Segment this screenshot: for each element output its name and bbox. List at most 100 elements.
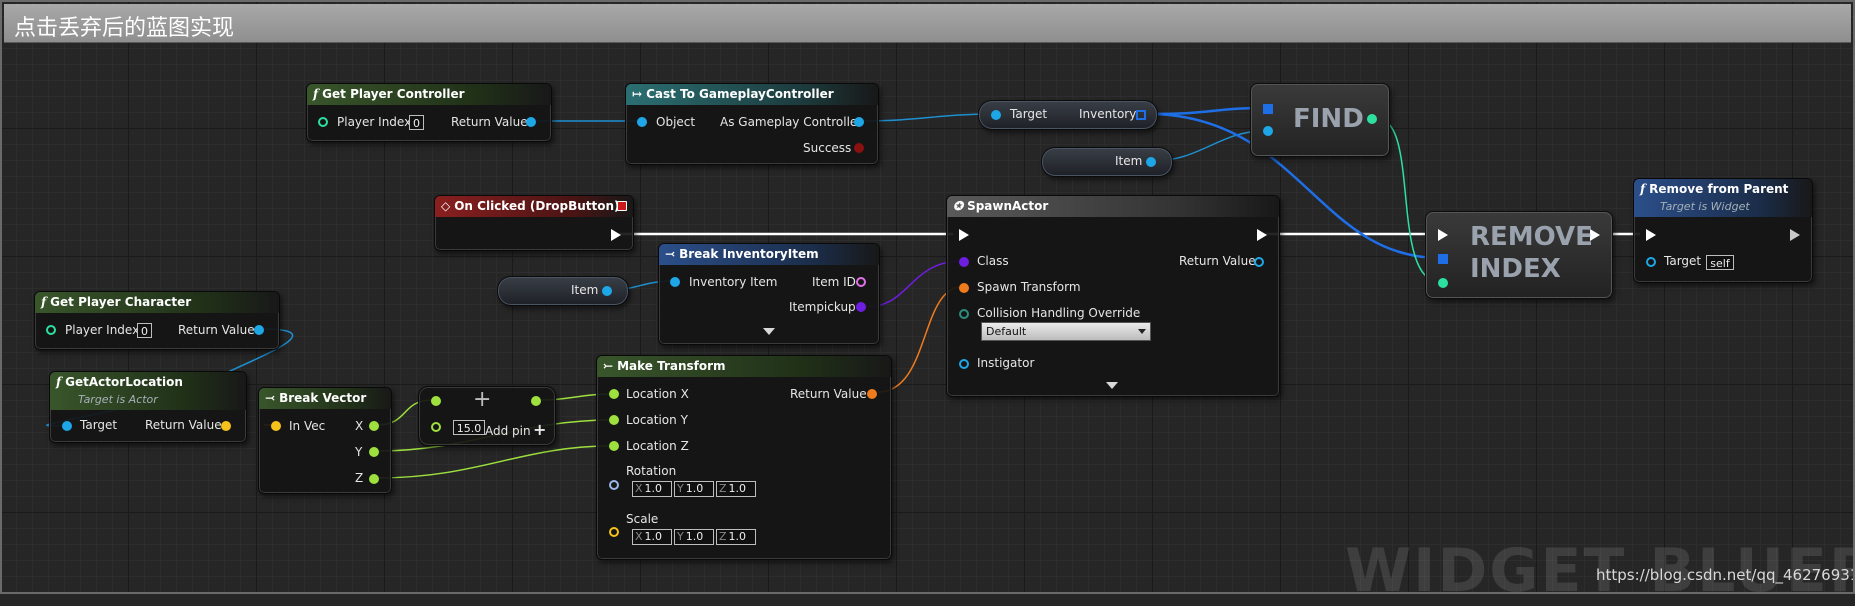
node-title: Break InventoryItem [679, 247, 819, 261]
node-remove-from-parent[interactable]: f Remove from Parent Target is Widget Tar… [1633, 178, 1813, 283]
player-index-input[interactable]: 0 [137, 323, 152, 338]
z-pin[interactable] [369, 474, 379, 484]
as-controller-label: As Gameplay Controller [720, 115, 863, 129]
exec-out-outline [1790, 229, 1800, 241]
add-pin-button[interactable]: Add pin [485, 424, 531, 438]
return-value-pin[interactable] [254, 325, 264, 335]
item-id-pin[interactable] [856, 277, 866, 287]
a-pin[interactable] [431, 396, 441, 406]
location-y-pin[interactable] [609, 415, 619, 425]
target-pin[interactable] [991, 110, 1001, 120]
scale-pin[interactable] [609, 527, 619, 537]
function-icon: f [1640, 182, 1646, 196]
expand-arrow-icon[interactable] [1106, 382, 1118, 389]
return-value-pin[interactable] [867, 389, 877, 399]
index-output-pin[interactable] [1367, 114, 1377, 124]
collision-dropdown[interactable]: Default [981, 322, 1151, 341]
location-z-pin[interactable] [609, 441, 619, 451]
b-pin[interactable] [431, 422, 441, 432]
node-add-float[interactable]: 15.0 + Add pin + [418, 386, 556, 446]
x-label: X [355, 419, 364, 433]
target-pin[interactable] [1646, 257, 1656, 267]
function-icon: f [313, 87, 319, 101]
node-title-line1: REMOVE [1470, 222, 1593, 252]
node-get-actor-location[interactable]: f GetActorLocation Target is Actor Target… [49, 371, 247, 443]
node-on-clicked-dropbutton[interactable]: ◇ On Clicked (DropButton) [434, 195, 634, 251]
node-remove-index[interactable]: REMOVE INDEX [1425, 211, 1613, 299]
exec-in-pin[interactable] [1438, 229, 1448, 241]
in-vec-pin[interactable] [271, 421, 281, 431]
class-pin[interactable] [959, 257, 969, 267]
node-make-transform[interactable]: ⤚ Make Transform Location X Return Value … [596, 355, 892, 560]
target-self-input[interactable]: self [1706, 255, 1734, 270]
make-icon: ⤚ [603, 359, 614, 373]
graph-title: 点击丢弃后的蓝图实现 [14, 16, 235, 41]
spawn-transform-pin[interactable] [959, 283, 969, 293]
item-input-pin[interactable] [1263, 126, 1273, 136]
exec-out-pin[interactable] [611, 229, 621, 241]
player-index-input[interactable]: 0 [409, 115, 424, 130]
return-pin[interactable] [531, 396, 541, 406]
node-title: Get Player Character [50, 295, 192, 309]
scale-y-input[interactable]: Y 1.0 [674, 529, 714, 545]
exec-in-pin[interactable] [1646, 229, 1656, 241]
item-label: Item [571, 283, 599, 297]
node-find[interactable]: FIND [1250, 83, 1390, 157]
itempickup-pin[interactable] [856, 302, 866, 312]
rotation-y-input[interactable]: Y 1.0 [674, 481, 714, 497]
return-value-pin[interactable] [1254, 257, 1264, 267]
scale-z-input[interactable]: Z 1.0 [716, 529, 756, 545]
node-inventory-getter[interactable]: Target Inventory [978, 100, 1158, 130]
x-pin[interactable] [369, 421, 379, 431]
node-item-getter-2[interactable]: Item [497, 276, 629, 306]
node-item-getter[interactable]: Item [1041, 147, 1173, 177]
node-title-line2: INDEX [1470, 254, 1561, 284]
player-index-pin[interactable] [46, 325, 56, 335]
rotation-y-value: 1.0 [685, 482, 704, 495]
exec-in-pin[interactable] [959, 229, 969, 241]
rotation-pin[interactable] [609, 480, 619, 490]
array-input-pin[interactable] [1438, 254, 1448, 264]
item-pin[interactable] [1146, 157, 1156, 167]
return-value-pin[interactable] [526, 117, 536, 127]
success-pin[interactable] [854, 143, 864, 153]
object-pin[interactable] [637, 117, 647, 127]
array-input-pin[interactable] [1263, 104, 1273, 114]
as-controller-pin[interactable] [854, 117, 864, 127]
node-get-player-controller[interactable]: f Get Player Controller Player Index 0 Re… [306, 83, 552, 142]
array-pin[interactable] [1136, 110, 1146, 120]
scale-x-input[interactable]: X 1.0 [632, 529, 672, 545]
collision-pin[interactable] [959, 309, 969, 319]
return-value-label: Return Value [145, 418, 222, 432]
break-icon: ⤙ [665, 247, 676, 261]
player-index-label: Player Index [337, 115, 412, 129]
target-label: Target [1664, 254, 1702, 268]
z-label: Z [355, 471, 364, 485]
rotation-x-input[interactable]: X 1.0 [632, 481, 672, 497]
node-subtitle: Target is Actor [78, 393, 158, 406]
delegate-pin[interactable] [617, 201, 627, 211]
node-break-vector[interactable]: ⤙ Break Vector In Vec X Y Z [258, 387, 392, 494]
index-input-pin[interactable] [1438, 278, 1448, 288]
return-value-pin[interactable] [221, 421, 231, 431]
instigator-pin[interactable] [959, 359, 969, 369]
b-value-input[interactable]: 15.0 [453, 420, 485, 435]
location-x-pin[interactable] [609, 389, 619, 399]
node-cast-to-gameplay-controller[interactable]: ↦ Cast To GameplayController Object As Ga… [625, 83, 879, 165]
y-pin[interactable] [369, 447, 379, 457]
success-label: Success [803, 141, 852, 155]
exec-out-pin[interactable] [1257, 229, 1267, 241]
player-index-label: Player Index [65, 323, 140, 337]
rotation-z-input[interactable]: Z 1.0 [716, 481, 756, 497]
expand-arrow-icon[interactable] [763, 328, 775, 335]
item-pin[interactable] [602, 286, 612, 296]
node-get-player-character[interactable]: f Get Player Character Player Index 0 Ret… [34, 291, 280, 350]
inventory-item-pin[interactable] [670, 277, 680, 287]
player-index-pin[interactable] [318, 117, 328, 127]
target-pin[interactable] [62, 421, 72, 431]
add-pin-icon[interactable]: + [533, 420, 546, 439]
node-spawn-actor[interactable]: ✪ SpawnActor Class Return Value Spawn Tra… [946, 195, 1280, 397]
spawn-icon: ✪ [953, 199, 964, 213]
node-break-inventory-item[interactable]: ⤙ Break InventoryItem Inventory Item Item… [658, 243, 880, 345]
class-label: Class [977, 254, 1009, 268]
